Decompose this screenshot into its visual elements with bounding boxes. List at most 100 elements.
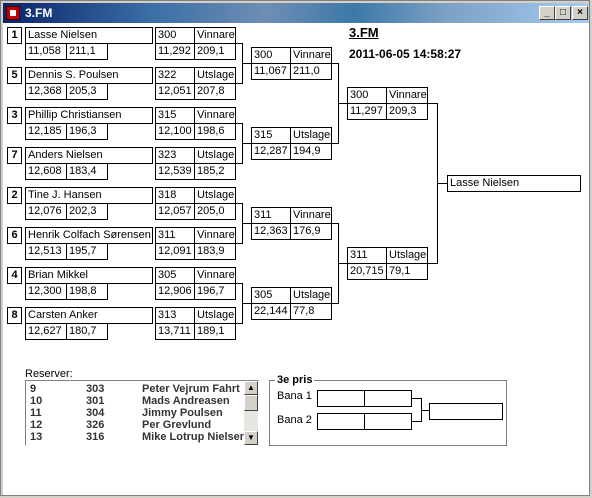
reaction-time: 11,058 xyxy=(25,43,67,60)
run-time: 22,144 xyxy=(251,303,291,320)
run-time: 12,906 xyxy=(155,283,195,300)
result-label: Utslagen xyxy=(194,147,236,164)
reaction-time: 12,368 xyxy=(25,83,67,100)
driver-name: Tine J. Hansen xyxy=(25,187,153,204)
run-time: 13,711 xyxy=(155,323,195,340)
reserve-row[interactable]: 12 326 Per Grevlund xyxy=(30,419,245,431)
run-speed: 176,9 xyxy=(290,223,332,240)
run-time: 12,057 xyxy=(155,203,195,220)
run-speed: 205,0 xyxy=(194,203,236,220)
reserve-row[interactable]: 9 303 Peter Vejrum Fahrt xyxy=(30,383,245,395)
run-speed: 79,1 xyxy=(386,263,428,280)
result-label: Utslagen xyxy=(194,307,236,324)
result-label: Vinnare xyxy=(194,27,236,44)
run-time: 12,100 xyxy=(155,123,195,140)
reserve-row[interactable]: 10 301 Mads Andreasen xyxy=(30,395,245,407)
car-number: 313 xyxy=(155,307,195,324)
run-time: 12,287 xyxy=(251,143,291,160)
scroll-down-button[interactable]: ▼ xyxy=(244,431,258,445)
run-time: 11,292 xyxy=(155,43,195,60)
connector xyxy=(437,183,447,184)
reaction-time: 12,627 xyxy=(25,323,67,340)
seed-number: 6 xyxy=(7,227,22,244)
connector xyxy=(242,303,251,304)
car-number: 311 xyxy=(155,227,195,244)
speed: 180,7 xyxy=(66,323,108,340)
reserve-position: 12 xyxy=(30,419,43,431)
reserve-position: 13 xyxy=(30,431,43,443)
reaction-time: 12,608 xyxy=(25,163,67,180)
connector xyxy=(428,263,437,264)
reserve-position: 11 xyxy=(30,407,42,419)
title-bar[interactable]: 3.FM _ □ × xyxy=(3,3,589,23)
reserve-position: 10 xyxy=(30,395,43,407)
run-speed: 196,7 xyxy=(194,283,236,300)
reserve-number: 301 xyxy=(86,395,105,407)
car-number: 305 xyxy=(155,267,195,284)
reserve-number: 326 xyxy=(86,419,105,431)
driver-name: Lasse Nielsen xyxy=(25,27,153,44)
connector xyxy=(242,143,251,144)
car-number: 311 xyxy=(251,207,291,224)
reaction-time: 12,076 xyxy=(25,203,67,220)
window-title: 3.FM xyxy=(25,6,53,20)
run-speed: 183,9 xyxy=(194,243,236,260)
reaction-time: 12,185 xyxy=(25,123,67,140)
run-speed: 207,8 xyxy=(194,83,236,100)
scroll-up-button[interactable]: ▲ xyxy=(244,381,258,395)
third-place-title: 3e pris xyxy=(275,374,315,386)
result-label: Vinnare xyxy=(290,207,332,224)
reserve-name: Peter Vejrum Fahrt xyxy=(142,383,240,395)
run-time: 11,067 xyxy=(251,63,291,80)
reserve-name: Per Grevlund xyxy=(142,419,212,431)
car-number: 315 xyxy=(251,127,291,144)
run-speed: 185,2 xyxy=(194,163,236,180)
seed-number: 4 xyxy=(7,267,22,284)
reserve-row[interactable]: 11 304 Jimmy Poulsen xyxy=(30,407,245,419)
run-speed: 77,8 xyxy=(290,303,332,320)
lane2-label: Bana 2 xyxy=(277,414,312,426)
lane2-speed-box xyxy=(364,413,412,430)
speed: 211,1 xyxy=(66,43,108,60)
reserve-number: 304 xyxy=(86,407,105,419)
seed-number: 7 xyxy=(7,147,22,164)
run-speed: 209,1 xyxy=(194,43,236,60)
speed: 183,4 xyxy=(66,163,108,180)
speed: 202,3 xyxy=(66,203,108,220)
connector xyxy=(338,263,347,264)
car-number: 318 xyxy=(155,187,195,204)
result-label: Utslagen xyxy=(194,67,236,84)
app-icon[interactable] xyxy=(6,6,20,20)
scroll-thumb[interactable] xyxy=(244,395,258,411)
car-number: 315 xyxy=(155,107,195,124)
driver-name: Phillip Christiansen xyxy=(25,107,153,124)
connector xyxy=(428,103,437,104)
connector xyxy=(242,223,251,224)
driver-name: Anders Nielsen xyxy=(25,147,153,164)
event-datetime: 2011-06-05 14:58:27 xyxy=(349,47,462,61)
reserves-list[interactable]: 9 303 Peter Vejrum Fahrt 10 301 Mads Andrease… xyxy=(25,380,259,446)
third-line-1 xyxy=(412,398,421,399)
result-label: Utslagen xyxy=(386,247,428,264)
car-number: 322 xyxy=(155,67,195,84)
reserves-scrollbar[interactable]: ▲ ▼ xyxy=(244,381,258,445)
run-speed: 211,0 xyxy=(290,63,332,80)
driver-name: Carsten Anker xyxy=(25,307,153,324)
lane2-time-box xyxy=(317,413,365,430)
result-label: Vinnare xyxy=(194,107,236,124)
speed: 205,3 xyxy=(66,83,108,100)
run-time: 12,363 xyxy=(251,223,291,240)
run-speed: 198,6 xyxy=(194,123,236,140)
third-line-3 xyxy=(421,410,429,411)
result-label: Vinnare xyxy=(290,47,332,64)
minimize-button[interactable]: _ xyxy=(539,6,555,20)
close-button[interactable]: × xyxy=(572,6,588,20)
seed-number: 8 xyxy=(7,307,22,324)
car-number: 300 xyxy=(155,27,195,44)
seed-number: 2 xyxy=(7,187,22,204)
reserves-label: Reserver: xyxy=(25,368,73,380)
reserve-row[interactable]: 13 316 Mike Lotrup Nielsen xyxy=(30,431,247,443)
maximize-button[interactable]: □ xyxy=(555,6,571,20)
car-number: 311 xyxy=(347,247,387,264)
third-line-2 xyxy=(412,421,421,422)
